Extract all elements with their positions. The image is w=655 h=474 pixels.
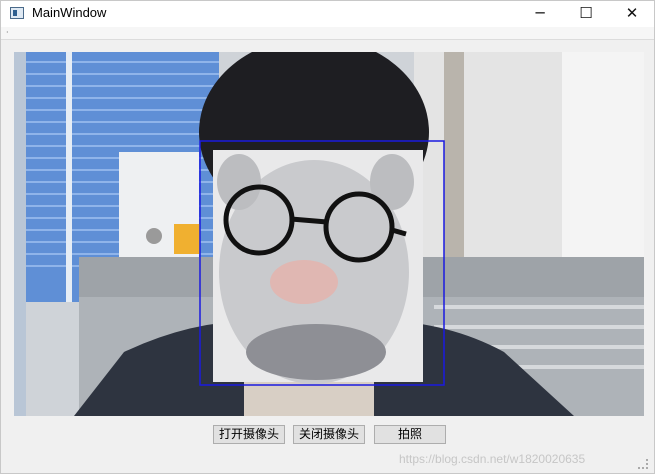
- cabinet-sticker: [174, 224, 200, 254]
- take-photo-button[interactable]: 拍照: [374, 425, 446, 444]
- menu-marker: ·: [6, 28, 9, 37]
- cabinet-knob: [146, 228, 162, 244]
- dog-ear-left: [217, 154, 261, 210]
- open-camera-button[interactable]: 打开摄像头: [213, 425, 285, 444]
- close-button[interactable]: ✕: [609, 1, 655, 27]
- title-bar[interactable]: MainWindow ─ ☐ ✕: [1, 1, 654, 27]
- maximize-button[interactable]: ☐: [563, 1, 609, 27]
- left-wall-edge: [14, 52, 26, 416]
- menu-bar[interactable]: ·: [1, 27, 654, 40]
- watermark-text: https://blog.csdn.net/w1820020635: [399, 452, 586, 466]
- pillar: [444, 52, 464, 262]
- main-window: MainWindow ─ ☐ ✕ · 打开摄像头 关闭摄像头 拍照 https:…: [0, 0, 655, 474]
- bright-window: [562, 52, 644, 262]
- window-title: MainWindow: [32, 5, 107, 20]
- camera-frame: [14, 52, 644, 416]
- app-icon: [10, 7, 24, 19]
- camera-view: [14, 52, 644, 416]
- window-frame-bar: [66, 52, 72, 302]
- dog-nose: [270, 260, 338, 304]
- resize-grip[interactable]: [638, 459, 648, 469]
- minimize-button[interactable]: ─: [517, 1, 563, 27]
- close-camera-button[interactable]: 关闭摄像头: [293, 425, 365, 444]
- dog-mouth: [246, 324, 386, 380]
- glasses-bridge: [290, 216, 328, 225]
